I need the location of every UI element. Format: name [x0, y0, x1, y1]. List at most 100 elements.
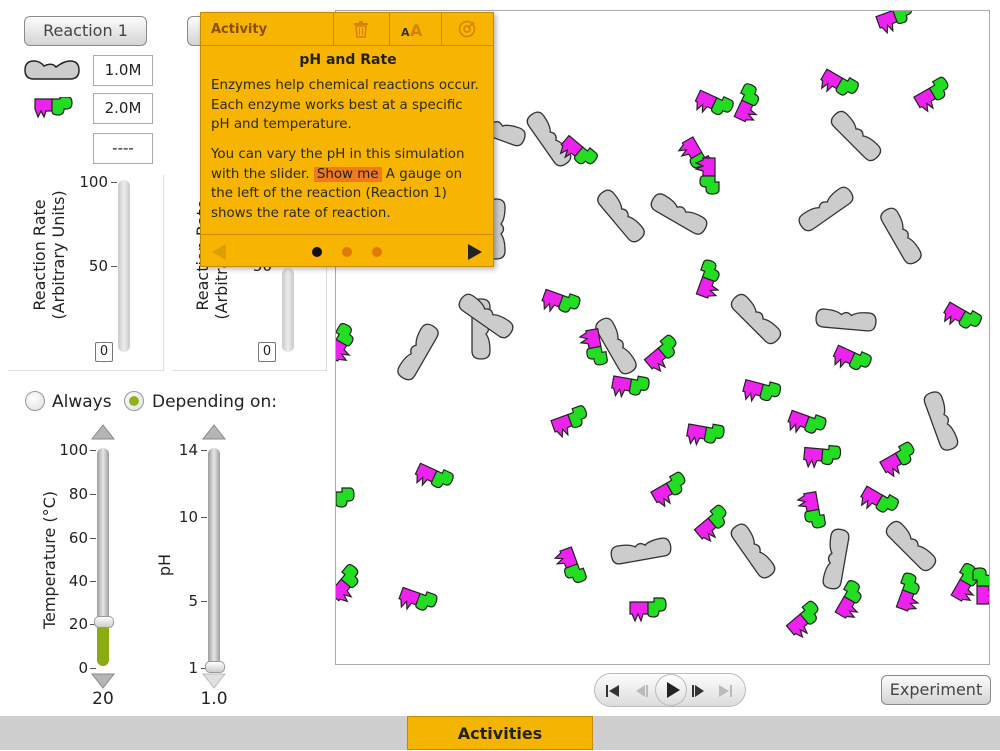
target-icon[interactable]: [457, 19, 477, 39]
popup-paragraph-2: You can vary the pH in this simulation w…: [211, 147, 465, 221]
page-dot[interactable]: [312, 247, 322, 257]
show-me-link[interactable]: Show me: [313, 166, 382, 182]
page-dot[interactable]: [372, 247, 382, 257]
enzyme-molecule: [336, 487, 355, 508]
substrate-molecule: [610, 537, 672, 565]
depending-label: Depending on:: [152, 392, 277, 412]
ph-tick: 1: [188, 659, 198, 677]
svg-text:A: A: [410, 21, 423, 38]
enzyme-molecule: [336, 323, 354, 362]
substrate-molecule: [923, 391, 959, 451]
ph-up-arrow[interactable]: [201, 423, 227, 441]
svg-text:A: A: [401, 26, 410, 38]
substrate-molecule: [798, 186, 854, 232]
enzyme-concentration-field[interactable]: 2.0M: [93, 93, 153, 124]
depending-radio[interactable]: [124, 391, 144, 411]
popup-header-title: Activity: [211, 22, 268, 37]
enzyme-molecule: [972, 567, 989, 605]
step-forward-icon[interactable]: [691, 683, 707, 699]
activities-tab[interactable]: Activities: [407, 716, 593, 750]
rate-tick-50: 50: [88, 257, 108, 275]
experiment-button[interactable]: Experiment: [881, 675, 991, 705]
step-back-icon[interactable]: [633, 683, 649, 699]
enzyme-icon: [34, 97, 73, 119]
enzyme-molecule: [611, 375, 650, 399]
temperature-tick: 20: [68, 615, 88, 633]
enzyme-molecule: [913, 76, 949, 113]
enzyme-molecule: [336, 564, 359, 603]
substrate-concentration-field[interactable]: 1.0M: [93, 55, 153, 86]
enzyme-molecule: [787, 409, 827, 434]
substrate-molecule: [597, 189, 645, 243]
ph-axis-label: pH: [155, 553, 174, 577]
enzyme-molecule: [785, 600, 819, 639]
enzyme-molecule: [650, 471, 686, 508]
always-radio[interactable]: [25, 391, 45, 411]
enzyme-molecule: [541, 288, 581, 313]
enzyme-molecule: [553, 546, 587, 584]
substrate-molecule: [730, 523, 776, 579]
enzyme-molecule: [803, 444, 842, 470]
reaction-rate-gauge: [118, 180, 130, 352]
enzyme-molecule: [695, 259, 720, 299]
popup-next-arrow[interactable]: [465, 242, 485, 262]
enzyme-molecule: [686, 423, 725, 447]
rate-tick-100: 100: [79, 173, 108, 191]
temperature-up-arrow[interactable]: [90, 423, 116, 441]
substrate-molecule: [822, 528, 850, 590]
reaction-1-button[interactable]: Reaction 1: [24, 16, 147, 46]
reaction-rate-gauge-2: [282, 268, 294, 352]
enzyme-molecule: [742, 378, 782, 403]
ph-tick: 10: [178, 508, 198, 526]
enzyme-molecule: [629, 597, 667, 623]
rate-axis-label: Reaction Rate (Arbitrary Units): [30, 190, 68, 320]
popup-prev-arrow[interactable]: [209, 242, 229, 262]
enzyme-molecule: [860, 485, 899, 513]
text-size-icon[interactable]: A A: [400, 20, 426, 38]
temperature-slider-handle[interactable]: [94, 616, 114, 628]
rate-value-marker: 0: [95, 342, 113, 362]
enzyme-molecule: [694, 157, 720, 195]
enzyme-molecule: [693, 504, 727, 543]
enzyme-molecule: [820, 68, 859, 96]
popup-header: Activity A A: [201, 13, 493, 46]
enzyme-molecule: [643, 334, 677, 373]
inhibitor-concentration-field[interactable]: ----: [93, 133, 153, 164]
temperature-tick: 100: [59, 441, 88, 459]
step-to-start-icon[interactable]: [605, 683, 621, 699]
temperature-tick: 80: [68, 485, 88, 503]
temperature-tick: 0: [78, 659, 88, 677]
ph-tick: 14: [178, 441, 198, 459]
enzyme-molecule: [796, 491, 826, 529]
ph-slider-track[interactable]: [208, 448, 220, 666]
page-dot[interactable]: [342, 247, 352, 257]
substrate-molecule: [885, 520, 937, 572]
enzyme-molecule: [875, 11, 913, 35]
temperature-down-arrow[interactable]: [90, 672, 116, 690]
enzyme-molecule: [398, 586, 438, 611]
enzyme-molecule: [733, 83, 760, 123]
enzyme-molecule: [879, 441, 915, 478]
enzyme-molecule: [895, 572, 920, 612]
activity-popup: Activity A A pH and Rate Enzymes help ch…: [200, 12, 494, 267]
playback-controls: [594, 673, 746, 707]
enzyme-molecule: [943, 301, 982, 329]
substrate-molecule: [730, 293, 782, 345]
enzyme-molecule: [832, 344, 872, 371]
substrate-icon: [24, 60, 80, 80]
play-button[interactable]: [655, 674, 687, 706]
trash-icon[interactable]: [351, 19, 371, 39]
substrate-molecule: [815, 308, 877, 332]
step-to-end-icon[interactable]: [717, 683, 733, 699]
enzyme-molecule: [550, 405, 588, 439]
ph-value: 1.0: [200, 689, 228, 709]
enzyme-molecule: [414, 462, 454, 489]
ph-down-arrow[interactable]: [201, 672, 227, 690]
popup-paragraph-1: Enzymes help chemical reactions occur. E…: [211, 78, 479, 132]
substrate-molecule: [880, 207, 922, 265]
substrate-molecule: [830, 110, 882, 162]
temperature-slider-fill: [97, 625, 109, 666]
substrate-molecule: [397, 323, 439, 381]
rate2-value-marker: 0: [258, 342, 276, 362]
enzyme-molecule: [694, 89, 734, 116]
